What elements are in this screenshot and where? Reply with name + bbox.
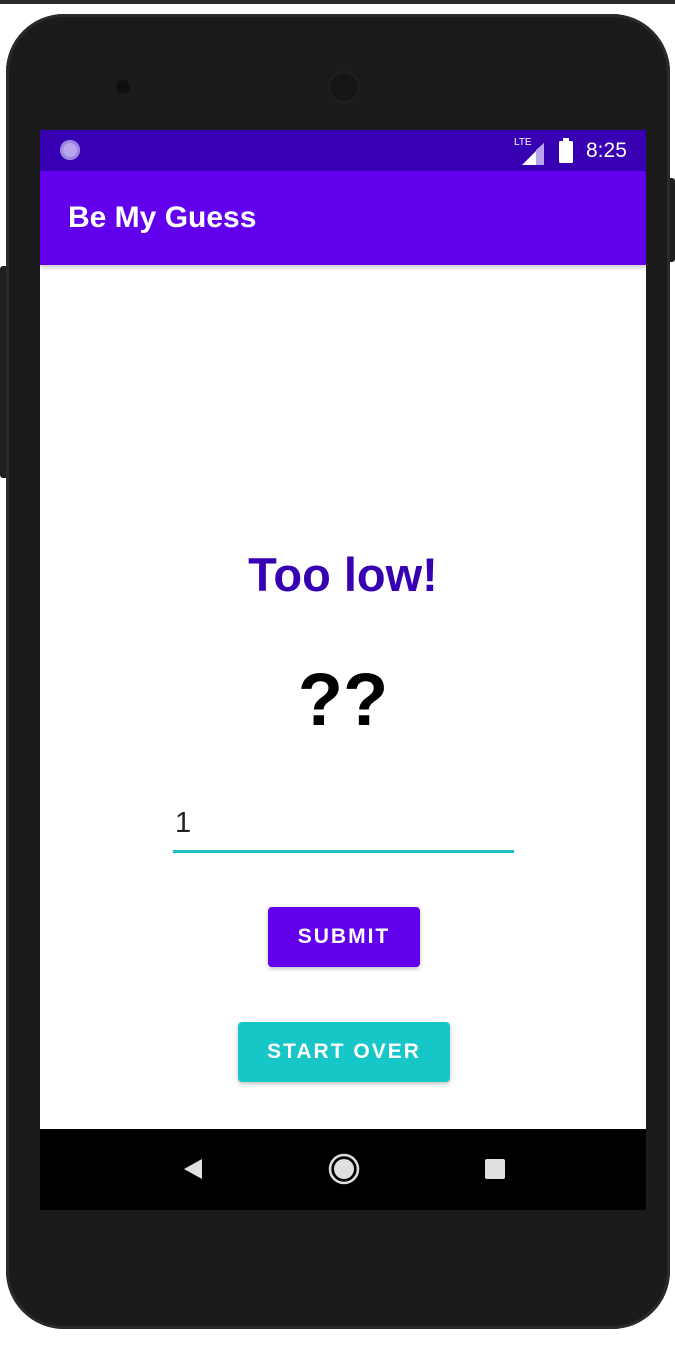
app-title: Be My Guess (68, 201, 257, 234)
navigation-bar (40, 1129, 646, 1210)
status-time: 8:25 (586, 139, 627, 162)
lte-signal-icon: LTE (514, 137, 546, 165)
earpiece-speaker (328, 71, 360, 103)
back-triangle-icon[interactable] (183, 1158, 203, 1180)
status-bar: LTE 8:25 (40, 130, 646, 171)
window-top-strip (0, 0, 675, 4)
phone-frame: LTE 8:25 Be My Guess Too low! ?? SUBMIT (6, 14, 670, 1329)
game-content: Too low! ?? SUBMIT START OVER (40, 265, 646, 1129)
battery-icon (559, 138, 573, 163)
submit-button[interactable]: SUBMIT (268, 907, 420, 967)
guess-input[interactable] (173, 803, 514, 853)
front-camera (116, 80, 130, 94)
secret-number: ?? (297, 658, 389, 741)
result-message: Too low! (248, 548, 438, 601)
recents-square-icon[interactable] (485, 1159, 505, 1179)
start-over-button[interactable]: START OVER (238, 1022, 450, 1082)
home-circle-icon[interactable] (328, 1153, 360, 1185)
device-screen: LTE 8:25 Be My Guess Too low! ?? SUBMIT (40, 130, 646, 1210)
app-bar: Be My Guess (40, 171, 646, 265)
notification-circle-icon (60, 140, 80, 160)
